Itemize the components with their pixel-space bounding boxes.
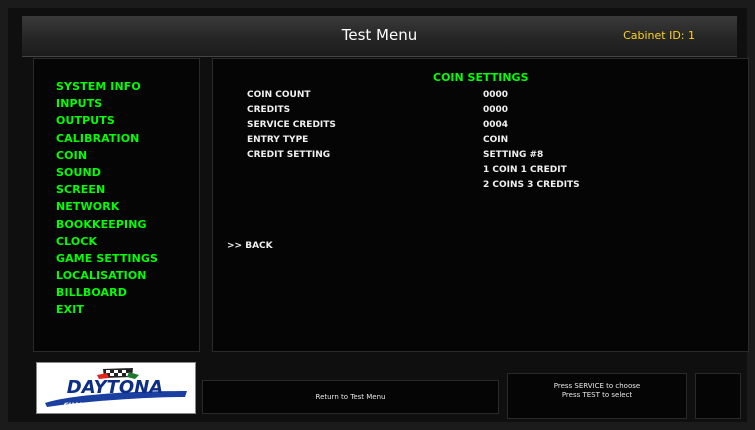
main-menu-panel: SYSTEM INFO INPUTS OUTPUTS CALIBRATION C… [33,58,200,352]
menu-item-clock[interactable]: CLOCK [56,233,158,250]
footer-side-panel [695,373,741,419]
credit-detail-2: 2 COINS 3 CREDITS [483,180,580,190]
setting-row-credits: CREDITS 0000 [247,105,697,120]
setting-label: ENTRY TYPE [247,135,309,145]
setting-value: COIN [483,135,509,145]
menu-item-screen[interactable]: SCREEN [56,181,158,198]
coin-settings-panel: COIN SETTINGS COIN COUNT 0000 CREDITS 00… [212,58,749,352]
menu-item-bookkeeping[interactable]: BOOKKEEPING [56,216,158,233]
setting-label: CREDITS [247,105,291,115]
instruction-line-1: Press SERVICE to choose [553,382,641,390]
menu-item-sound[interactable]: SOUND [56,164,158,181]
menu-item-coin[interactable]: COIN [56,147,158,164]
menu-item-system-info[interactable]: SYSTEM INFO [56,78,158,95]
setting-value: 0000 [483,105,509,115]
setting-value: 0000 [483,90,509,100]
instructions-text: Press SERVICE to choose Press TEST to se… [508,382,686,400]
menu-item-calibration[interactable]: CALIBRATION [56,130,158,147]
menu-list: SYSTEM INFO INPUTS OUTPUTS CALIBRATION C… [56,78,158,319]
setting-label: COIN COUNT [247,90,311,100]
menu-item-exit[interactable]: EXIT [56,301,158,318]
menu-item-inputs[interactable]: INPUTS [56,95,158,112]
setting-label: SERVICE CREDITS [247,120,336,130]
logo-wordmark: DAYTONA [67,377,163,398]
setting-value: 0004 [483,120,509,130]
instruction-line-2: Press TEST to select [561,391,633,399]
return-label: Return to Test Menu [315,393,386,401]
back-option[interactable]: >> BACK [227,241,273,251]
instructions-panel: Press SERVICE to choose Press TEST to se… [507,373,687,419]
menu-item-network[interactable]: NETWORK [56,198,158,215]
setting-row-credit-setting: CREDIT SETTING SETTING #8 [247,150,697,165]
return-button[interactable]: Return to Test Menu [202,380,499,414]
menu-item-outputs[interactable]: OUTPUTS [56,112,158,129]
setting-row-entry-type: ENTRY TYPE COIN [247,135,697,150]
daytona-logo: DAYTONA CHAMPIONSHIP USA [36,362,196,414]
section-title: COIN SETTINGS [433,71,529,84]
cabinet-id-label: Cabinet ID: 1 [623,29,695,42]
setting-value: SETTING #8 [483,150,544,160]
menu-item-billboard[interactable]: BILLBOARD [56,284,158,301]
setting-row-service-credits: SERVICE CREDITS 0004 [247,120,697,135]
setting-label: CREDIT SETTING [247,150,331,160]
daytona-logo-graphic: DAYTONA CHAMPIONSHIP USA [37,363,195,413]
setting-row-coin-count: COIN COUNT 0000 [247,90,697,105]
header-bar: Test Menu Cabinet ID: 1 [22,16,737,57]
credit-detail-1: 1 COIN 1 CREDIT [483,165,567,175]
menu-item-localisation[interactable]: LOCALISATION [56,267,158,284]
logo-subtitle: CHAMPIONSHIP USA [64,401,138,409]
menu-item-game-settings[interactable]: GAME SETTINGS [56,250,158,267]
